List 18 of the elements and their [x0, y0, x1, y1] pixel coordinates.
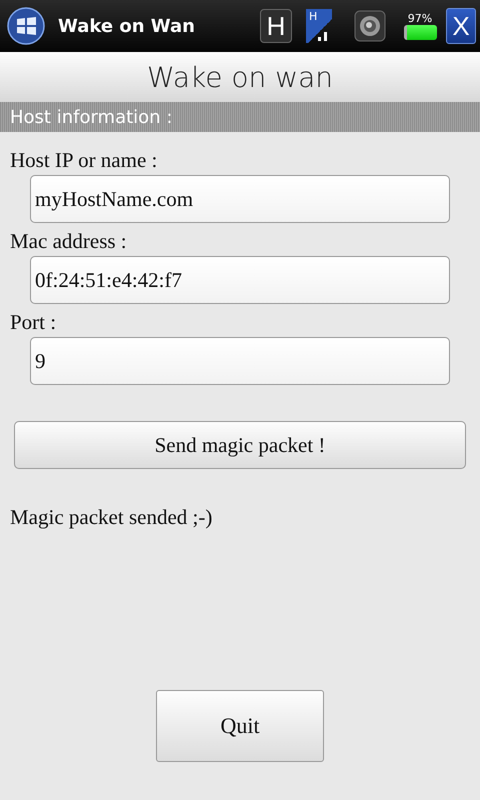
quit-button[interactable]: Quit — [156, 690, 324, 762]
network-indicator[interactable]: H — [260, 9, 292, 43]
section-title: Host information : — [10, 106, 172, 128]
field-label: Port : — [10, 310, 58, 335]
signal-indicator[interactable]: H — [306, 9, 332, 43]
status-message: Magic packet sended ;-) — [10, 505, 214, 530]
input-field[interactable]: myHostName.com — [30, 175, 450, 223]
input-field[interactable]: 0f:24:51:e4:42:f7 — [30, 256, 450, 304]
app-title: Wake on Wan — [58, 16, 195, 36]
send-button[interactable]: Send magic packet ! — [14, 421, 466, 469]
page-title: Wake on wan — [147, 60, 333, 94]
battery-indicator[interactable]: 97% — [402, 12, 438, 40]
field-label: Host IP or name : — [10, 148, 158, 173]
field-label: Mac address : — [10, 229, 128, 254]
close-button[interactable]: X — [446, 8, 476, 44]
input-field[interactable]: 9 — [30, 337, 450, 385]
speaker-icon[interactable] — [354, 10, 386, 42]
windows-logo-icon[interactable] — [6, 6, 46, 46]
